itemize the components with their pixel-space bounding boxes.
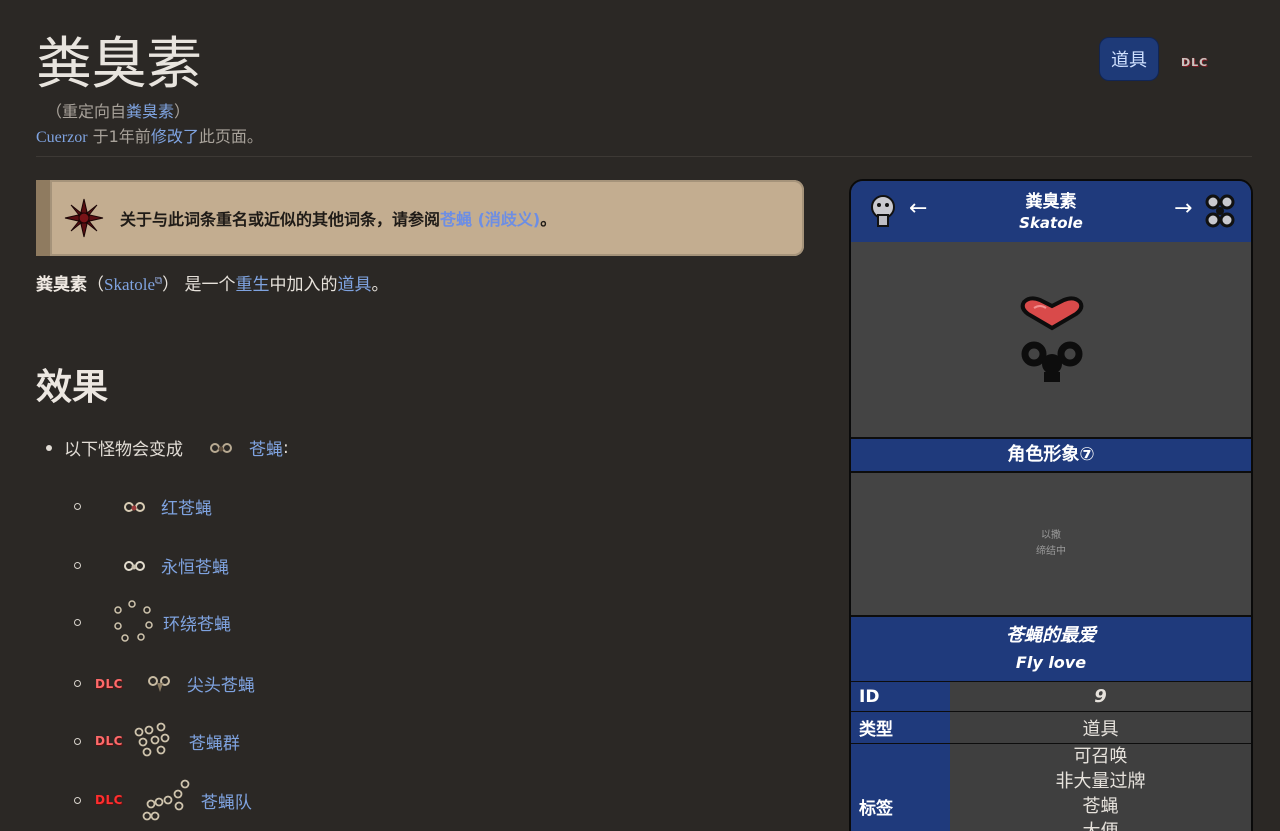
- list-item: 红苍蝇: [74, 494, 212, 519]
- dart-fly-icon: [147, 675, 170, 692]
- list-item: DLC 尖头苍蝇: [74, 671, 255, 696]
- list-lead-text: 以下怪物会变成: [64, 440, 183, 460]
- list-item: DLC 苍蝇队: [74, 776, 252, 824]
- red-fly-icon: [124, 501, 145, 512]
- row-key: ID: [851, 682, 950, 711]
- page-title: 粪臭素: [36, 32, 202, 97]
- dlc-tag: DLC: [95, 793, 123, 807]
- next-arrow[interactable]: →: [1174, 196, 1192, 221]
- intro-mid2: 中加入的: [269, 275, 338, 295]
- item-infobox: ← 粪臭素 Skatole → 角色形象⑦ 以撒 缔结中 苍蝇的最爱 Fly l…: [849, 179, 1253, 831]
- row-value: 9: [950, 682, 1251, 711]
- placeholder-line-2: 缔结中: [1036, 546, 1066, 557]
- intro-open-paren: （: [87, 275, 104, 295]
- intro-end: 。: [371, 275, 389, 295]
- fly-squad-link[interactable]: 苍蝇队: [201, 788, 252, 813]
- row-key: 类型: [851, 712, 950, 743]
- redirect-prefix: （重定向自: [46, 102, 127, 121]
- redirect-suffix: ）: [174, 102, 191, 121]
- character-appearance-band: 角色形象⑦: [851, 437, 1251, 473]
- edit-time: 于1年前: [87, 127, 151, 146]
- swarm-fly-icon: [134, 722, 170, 757]
- fly-link[interactable]: 苍蝇: [249, 435, 283, 460]
- list-item: DLC 苍蝇群: [74, 722, 240, 760]
- intro-sentence: 粪臭素（Skatole⧉） 是一个重生中加入的道具。: [36, 270, 389, 295]
- tag-item: 非大量过牌: [1055, 771, 1146, 792]
- intro-mid: 是一个: [179, 275, 236, 295]
- row-key: 标签: [851, 744, 950, 831]
- notice-prefix: 关于与此词条重名或近似的其他词条，请参阅: [120, 210, 441, 229]
- sub-bullet: [74, 618, 81, 626]
- effects-heading: 效果: [36, 367, 109, 408]
- disambiguation-notice: 关于与此词条重名或近似的其他词条，请参阅苍蝇 (消歧义)。: [36, 180, 804, 256]
- list-lead-colon: :: [283, 437, 289, 458]
- orbital-fly-link[interactable]: 环绕苍蝇: [163, 610, 231, 635]
- infobox-header: ← 粪臭素 Skatole →: [851, 181, 1251, 242]
- dlc-tag: DLC: [95, 676, 123, 691]
- items-link[interactable]: 道具: [338, 275, 372, 295]
- notice-suffix: 。: [540, 210, 557, 229]
- notice-text: 关于与此词条重名或近似的其他词条，请参阅苍蝇 (消歧义)。: [120, 206, 556, 230]
- dart-fly-link[interactable]: 尖头苍蝇: [187, 671, 255, 696]
- disambiguation-star-icon: [64, 198, 104, 238]
- infobox-row-type: 类型 道具: [851, 711, 1251, 743]
- item-category-button[interactable]: 道具: [1099, 37, 1159, 81]
- redirect-note: （重定向自粪臭素）: [46, 98, 190, 122]
- rebirth-link[interactable]: 重生: [236, 275, 270, 295]
- sub-bullet: [74, 503, 81, 510]
- eternal-fly-icon: [124, 560, 145, 571]
- item-quote: 苍蝇的最爱 Fly love: [851, 615, 1251, 681]
- eternal-fly-link[interactable]: 永恒苍蝇: [161, 553, 229, 578]
- orbital-fly-icon: [114, 600, 153, 642]
- row-value: 道具: [950, 712, 1251, 743]
- edit-info: Cuerzor 于1年前修改了此页面。: [36, 123, 263, 147]
- list-item: 永恒苍蝇: [74, 553, 229, 578]
- intro-item-name: 粪臭素: [36, 275, 87, 295]
- item-sprite-panel: [851, 242, 1251, 437]
- header-divider: [36, 156, 1252, 157]
- edit-history-link[interactable]: 修改了: [151, 127, 199, 146]
- quote-text-en: Fly love: [1015, 653, 1087, 672]
- next-item-icon[interactable]: [1203, 193, 1237, 231]
- tag-item: 大便: [950, 819, 1251, 831]
- skatole-sprite-icon: [1020, 296, 1084, 382]
- skatole-external-link[interactable]: Skatole: [104, 275, 155, 294]
- placeholder-line-1: 以撒: [1041, 530, 1061, 541]
- dlc-tag: DLC: [95, 734, 123, 748]
- dlc-badge[interactable]: DLC: [1181, 56, 1208, 69]
- list-item: 环绕苍蝇: [74, 600, 231, 644]
- list-item: 以下怪物会变成 苍蝇:: [46, 435, 289, 460]
- sub-bullet: [74, 796, 81, 804]
- disambiguation-link[interactable]: 苍蝇 (消歧义): [440, 210, 540, 229]
- tag-item: 苍蝇: [1082, 796, 1119, 817]
- sub-bullet: [74, 737, 81, 745]
- redirect-link[interactable]: 粪臭素: [126, 102, 174, 121]
- fly-icon: [210, 442, 232, 453]
- quote-text: 苍蝇的最爱: [1006, 625, 1096, 646]
- tags-list: 可召唤 非大量过牌 苍蝇 大便: [950, 744, 1251, 831]
- sub-bullet: [74, 680, 81, 687]
- sub-bullet: [74, 562, 81, 569]
- tag-item: 可召唤: [1073, 746, 1128, 767]
- red-fly-link[interactable]: 红苍蝇: [161, 494, 212, 519]
- character-appearance-panel: 以撒 缔结中: [851, 473, 1251, 615]
- editor-link[interactable]: Cuerzor: [36, 129, 88, 146]
- infobox-row-id: ID 9: [851, 681, 1251, 711]
- appearance-placeholder: 以撒 缔结中: [851, 528, 1251, 560]
- edit-suffix: 此页面。: [198, 127, 263, 146]
- intro-close-paren: ）: [162, 275, 180, 295]
- infobox-row-tags: 标签 可召唤 非大量过牌 苍蝇 大便: [851, 743, 1251, 831]
- bullet: [46, 444, 52, 451]
- fly-swarm-link[interactable]: 苍蝇群: [189, 729, 240, 754]
- fly-squad-icon: [142, 779, 190, 821]
